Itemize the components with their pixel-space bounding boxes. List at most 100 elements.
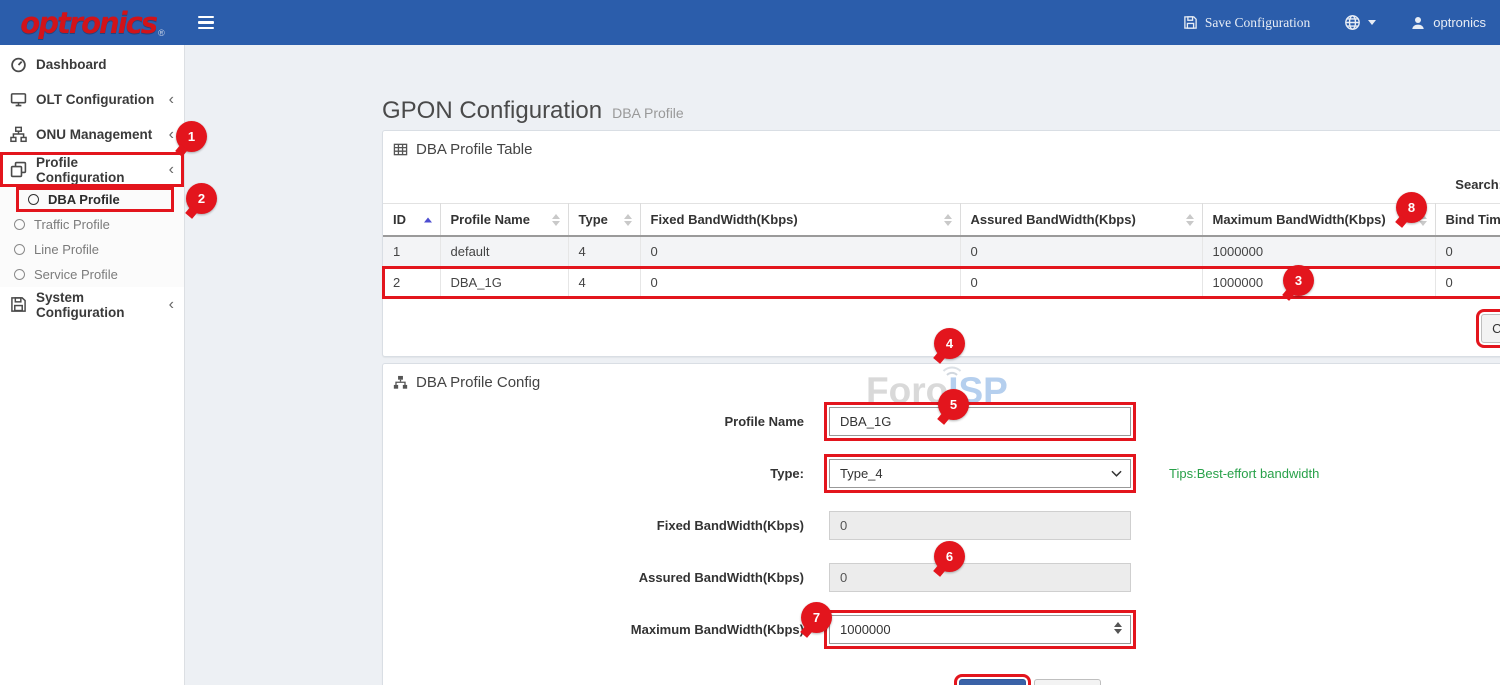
column-header-assured-bandwidth[interactable]: Assured BandWidth(Kbps) [960, 204, 1202, 237]
form-actions: Submit Cancel [383, 679, 1500, 685]
sort-icon[interactable] [552, 214, 560, 226]
search-label: Search: [1455, 177, 1500, 192]
table-cell: 0 [1435, 236, 1500, 267]
table-row[interactable]: 1 default 4 0 0 1000000 0 [383, 236, 1500, 267]
clone-icon [10, 161, 27, 178]
topbar-right: Save Configuration optronics [1183, 14, 1500, 31]
language-menu[interactable] [1344, 14, 1376, 31]
annotation-step-4: 4 [934, 328, 965, 359]
username-label: optronics [1433, 15, 1486, 30]
save-icon [1183, 15, 1198, 30]
dashboard-icon [10, 56, 27, 73]
watermark: ForoISP [866, 372, 1008, 409]
table-cell: 0 [640, 267, 960, 298]
user-icon [1410, 15, 1426, 31]
table-row[interactable]: 2 DBA_1G 4 0 0 1000000 0 [383, 267, 1500, 298]
type-row: Type: Type_4 Tips:Best-effort bandwidth [383, 459, 1500, 488]
user-menu[interactable]: optronics [1410, 15, 1486, 31]
create-button[interactable]: Create [1481, 314, 1500, 343]
watermark-text: Foro [866, 370, 948, 411]
topbar: optronics ® Save Configuration optronics [0, 0, 1500, 45]
column-header-type[interactable]: Type [568, 204, 640, 237]
app-logo: optronics ® [0, 0, 185, 45]
column-header-fixed-bandwidth[interactable]: Fixed BandWidth(Kbps) [640, 204, 960, 237]
maximum-bandwidth-row: Maximum BandWidth(Kbps) [383, 615, 1500, 644]
annotation-step-2: 2 [186, 183, 217, 214]
sidebar-item-label: Profile Configuration [36, 155, 169, 185]
sidebar-item-label: OLT Configuration [36, 92, 154, 107]
config-card-title: DBA Profile Config [416, 374, 540, 391]
circle-icon [14, 244, 25, 255]
sidebar-item-label: Dashboard [36, 57, 107, 72]
sitemap-icon [393, 375, 408, 390]
save-configuration-button[interactable]: Save Configuration [1183, 15, 1310, 31]
circle-icon [28, 194, 39, 205]
sort-icon[interactable] [1186, 214, 1194, 226]
sidebar-item-line-profile[interactable]: Line Profile [0, 237, 184, 262]
save-icon [10, 296, 27, 313]
sidebar-item-label: DBA Profile [48, 192, 120, 207]
registered-mark: ® [158, 28, 165, 38]
circle-icon [14, 269, 25, 280]
sidebar-item-label: Line Profile [34, 242, 99, 257]
caret-down-icon [1368, 20, 1376, 25]
assured-bandwidth-input [829, 563, 1131, 592]
maximum-bandwidth-label: Maximum BandWidth(Kbps) [383, 622, 829, 637]
table-icon [393, 142, 408, 157]
table-cell: default [440, 236, 568, 267]
dba-profile-table-card: DBA Profile Table Search: ID Profile Nam… [382, 130, 1500, 357]
maximum-bandwidth-input[interactable] [829, 615, 1131, 644]
column-header-profile-name[interactable]: Profile Name [440, 204, 568, 237]
table-cell: DBA_1G [440, 267, 568, 298]
annotation-step-5: 5 [938, 389, 969, 420]
sidebar-item-label: ONU Management [36, 127, 152, 142]
column-header-bind-times[interactable]: Bind Times [1435, 204, 1500, 237]
circle-icon [14, 219, 25, 230]
sidebar-item-traffic-profile[interactable]: Traffic Profile [0, 212, 184, 237]
table-cell: 1000000 [1202, 267, 1435, 298]
chevron-left-icon: ‹ [169, 297, 174, 313]
sidebar-item-dba-profile[interactable]: DBA Profile [0, 187, 184, 212]
table-search: Search: [1455, 173, 1500, 196]
menu-toggle-icon[interactable] [198, 16, 214, 30]
config-card-header: DBA Profile Config [393, 374, 540, 391]
sort-icon[interactable] [944, 214, 952, 226]
fixed-bandwidth-input [829, 511, 1131, 540]
profile-name-input[interactable] [829, 407, 1131, 436]
table-cell: 2 [383, 267, 440, 298]
sidebar-item-dashboard[interactable]: Dashboard [0, 47, 184, 82]
cancel-button[interactable]: Cancel [1034, 679, 1100, 685]
sidebar-item-service-profile[interactable]: Service Profile [0, 262, 184, 287]
chevron-left-icon: ‹ [169, 162, 174, 178]
table-header-row: ID Profile Name Type Fixed BandWidth(Kbp… [383, 204, 1500, 237]
submit-button[interactable]: Submit [959, 679, 1025, 685]
sidebar: Dashboard OLT Configuration ‹ ONU Manage… [0, 45, 185, 685]
sidebar-item-olt-configuration[interactable]: OLT Configuration ‹ [0, 82, 184, 117]
sidebar-item-system-configuration[interactable]: System Configuration ‹ [0, 287, 184, 322]
dba-profile-table: ID Profile Name Type Fixed BandWidth(Kbp… [383, 203, 1500, 299]
table-cell: 0 [1435, 267, 1500, 298]
sidebar-item-onu-management[interactable]: ONU Management ‹ [0, 117, 184, 152]
type-tip-text: Tips:Best-effort bandwidth [1169, 466, 1319, 481]
annotation-step-8: 8 [1396, 192, 1427, 223]
main-content: GPON Configuration DBA Profile DBA Profi… [185, 45, 1500, 685]
table-cell: 0 [640, 236, 960, 267]
sidebar-item-profile-configuration[interactable]: Profile Configuration ‹ [0, 152, 184, 187]
sort-asc-icon[interactable] [424, 217, 432, 222]
sidebar-item-label: Traffic Profile [34, 217, 110, 232]
page-title: GPON Configuration [382, 97, 602, 125]
table-cell: 4 [568, 267, 640, 298]
monitor-icon [10, 91, 27, 108]
page-header: GPON Configuration DBA Profile [382, 97, 684, 125]
column-header-id[interactable]: ID [383, 204, 440, 237]
profile-name-label: Profile Name [383, 414, 829, 429]
annotation-step-7: 7 [801, 602, 832, 633]
type-select[interactable]: Type_4 [829, 459, 1131, 488]
annotation-step-1: 1 [176, 121, 207, 152]
table-cell: 4 [568, 236, 640, 267]
sort-icon[interactable] [624, 214, 632, 226]
sidebar-item-label: System Configuration [36, 290, 169, 320]
signal-icon [940, 364, 964, 378]
page-subtitle: DBA Profile [612, 105, 684, 121]
type-label: Type: [383, 466, 829, 481]
